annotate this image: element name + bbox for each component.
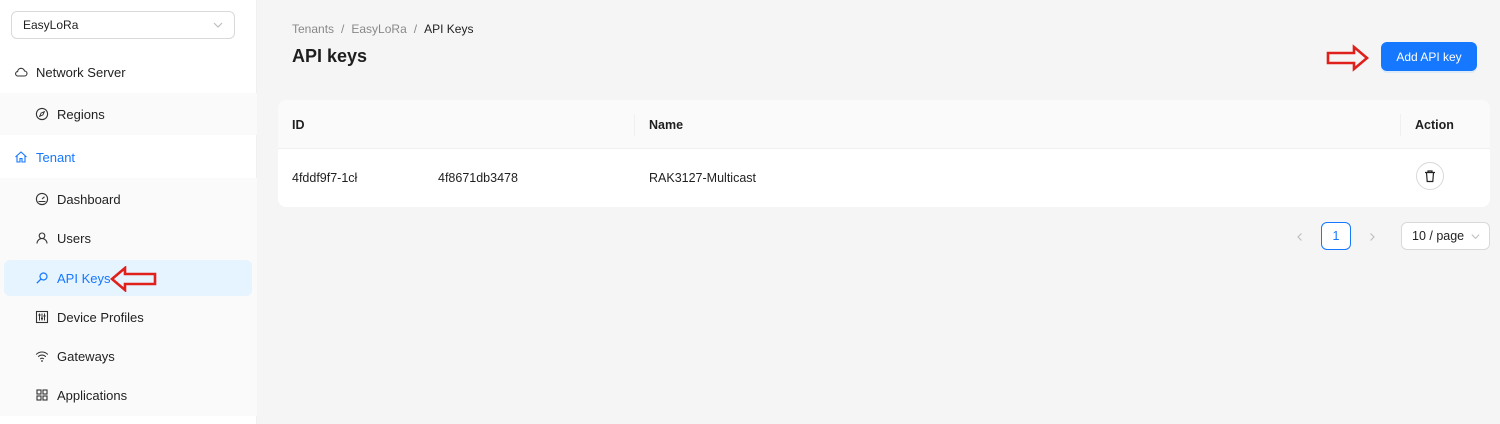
home-icon	[14, 150, 28, 164]
page-size-value: 10 / page	[1412, 229, 1465, 243]
chevron-left-icon	[1297, 233, 1302, 241]
breadcrumb-separator: /	[413, 22, 418, 36]
menu-item-dashboard[interactable]: Dashboard	[0, 181, 257, 217]
menu-item-regions[interactable]: Regions	[0, 96, 257, 132]
menu-item-applications[interactable]: Applications	[0, 377, 257, 413]
menu-network-server[interactable]: Network Server	[0, 51, 257, 93]
compass-icon	[35, 107, 49, 121]
menu-item-api-keys-label: API Keys	[57, 270, 111, 286]
menu-tenant-label: Tenant	[36, 149, 76, 165]
menu-item-dashboard-label: Dashboard	[57, 191, 121, 207]
tenant-select-value: EasyLoRa	[23, 18, 79, 32]
dashboard-icon	[35, 192, 49, 206]
menu-item-device-profiles-label: Device Profiles	[57, 309, 144, 325]
menu-item-gateways[interactable]: Gateways	[0, 338, 257, 374]
annotation-arrow-left	[110, 266, 157, 292]
cloud-icon	[14, 65, 28, 79]
column-header-id: ID	[292, 117, 305, 132]
pagination-next-button[interactable]	[1363, 228, 1381, 246]
menu-item-applications-label: Applications	[57, 387, 128, 403]
chevron-down-icon	[213, 22, 223, 28]
chevron-right-icon	[1370, 233, 1375, 241]
chevron-down-icon	[1471, 234, 1480, 240]
sidebar: EasyLoRa Network Server Regions Tenant D…	[0, 0, 257, 424]
wifi-icon	[35, 349, 49, 363]
breadcrumb-item-tenant[interactable]: EasyLoRa	[351, 22, 406, 36]
menu-item-users-label: Users	[57, 230, 91, 246]
delete-icon	[1425, 170, 1435, 183]
table-row: 4fddf9f7-1cł 4f8671db3478 RAK3127-Multic…	[278, 149, 1490, 207]
tenant-select[interactable]: EasyLoRa	[11, 11, 235, 39]
pagination-prev-button[interactable]	[1291, 228, 1309, 246]
breadcrumb-item-current: API Keys	[424, 22, 474, 36]
column-header-action: Action	[1415, 117, 1454, 132]
delete-button[interactable]	[1416, 162, 1444, 190]
cell-id-start: 4fddf9f7-1cł	[292, 171, 358, 185]
breadcrumb-separator: /	[341, 22, 345, 36]
column-header-name: Name	[649, 117, 684, 132]
pagination-page-1[interactable]: 1	[1321, 222, 1351, 250]
user-icon	[35, 231, 49, 245]
menu-tenant[interactable]: Tenant	[0, 136, 257, 178]
sliders-icon	[35, 310, 49, 324]
menu-network-server-label: Network Server	[36, 64, 126, 80]
menu-item-regions-label: Regions	[57, 106, 105, 122]
column-divider	[1400, 114, 1401, 136]
cell-id-end: 4f8671db3478	[438, 171, 518, 185]
menu-item-gateways-label: Gateways	[57, 348, 115, 364]
cell-name: RAK3127-Multicast	[649, 171, 756, 185]
appstore-icon	[35, 388, 49, 402]
key-icon	[35, 271, 49, 285]
table-header: ID Name Action	[278, 100, 1490, 149]
add-api-key-button[interactable]: Add API key	[1381, 42, 1477, 71]
annotation-arrow-right	[1326, 44, 1370, 72]
menu-item-users[interactable]: Users	[0, 220, 257, 256]
column-divider	[634, 114, 635, 136]
page-size-select[interactable]: 10 / page	[1401, 222, 1490, 250]
page-title: API keys	[292, 46, 368, 66]
breadcrumb-item-tenants[interactable]: Tenants	[292, 22, 334, 36]
menu-item-device-profiles[interactable]: Device Profiles	[0, 299, 257, 335]
api-keys-table: ID Name Action 4fddf9f7-1cł 4f8671db3478…	[278, 100, 1490, 207]
breadcrumb: Tenants / EasyLoRa / API Keys	[292, 22, 473, 36]
